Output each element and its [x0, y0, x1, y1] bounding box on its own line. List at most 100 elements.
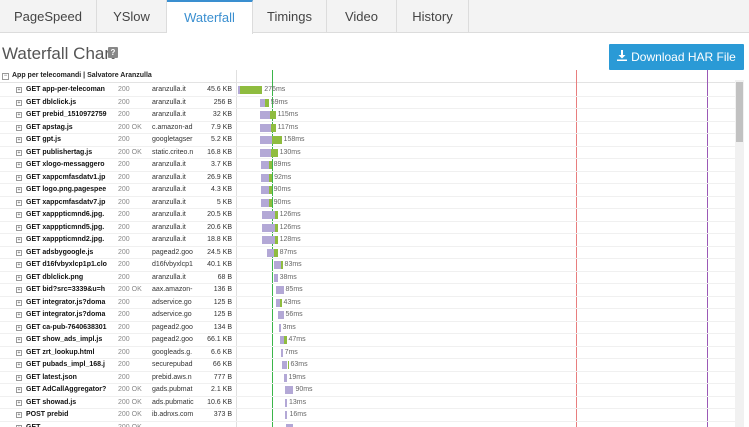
request-row[interactable]: + GET pubads_impl_168.j 200 securepubad 66 K…	[0, 359, 735, 372]
scrollbar-thumb[interactable]	[736, 82, 743, 142]
expand-icon[interactable]: +	[16, 99, 22, 106]
request-url: GET integrator.js?doma	[26, 298, 106, 306]
expand-icon[interactable]: +	[16, 399, 22, 406]
wait-bar	[259, 111, 270, 119]
request-row[interactable]: + GET xapppticmnd6.jpg. 200 aranzulla.it 20.…	[0, 209, 735, 222]
expand-icon[interactable]: +	[16, 324, 22, 331]
tab-yslow[interactable]: YSlow	[97, 0, 167, 33]
vertical-scrollbar[interactable]	[735, 80, 744, 427]
expand-icon[interactable]: +	[16, 274, 22, 281]
request-url: GET xlogo-messaggero	[26, 161, 105, 168]
request-row[interactable]: + GET adsbygoogle.js 200 pagead2.goo 24.5 KB…	[0, 247, 735, 259]
request-row[interactable]: + GET xlogo-messaggero 200 aranzulla.it 3.7 …	[0, 159, 735, 172]
expand-icon[interactable]: +	[16, 237, 22, 243]
request-status: 200 OK	[118, 286, 142, 293]
page-group-header[interactable]: − App per telecomandi | Salvatore Aranzul…	[2, 72, 152, 80]
request-row[interactable]: + GET app-per-telecoman 200 aranzulla.it 45.…	[0, 84, 735, 97]
request-row[interactable]: + GET apstag.js 200 OK c.amazon-ad 7.9 KB 117…	[0, 122, 735, 134]
request-size: 16.8 KB	[207, 148, 232, 156]
request-row[interactable]: + GET xapppticmnd2.jpg. 200 aranzulla.it 18.…	[0, 234, 735, 247]
request-row[interactable]: + GET zrt_lookup.html 200 googleads.g. 6.6 K…	[0, 347, 735, 359]
expand-icon[interactable]: +	[16, 199, 22, 206]
request-domain: pagead2.goo	[152, 323, 193, 331]
request-row[interactable]: + GET bid?src=3339&u=h 200 OK aax.amazon- 13…	[0, 284, 735, 297]
request-domain: securepubad	[152, 361, 193, 368]
request-row[interactable]: + GET dblclick.png 200 aranzulla.it 68 B 38ms	[0, 272, 735, 284]
expand-icon[interactable]: +	[16, 87, 22, 93]
expand-icon[interactable]: +	[16, 124, 22, 131]
request-row[interactable]: + GET publishertag.js 200 OK static.criteo.…	[0, 147, 735, 159]
receive-bar	[283, 336, 287, 344]
wait-bar	[259, 136, 272, 144]
request-row[interactable]: + GET ca-pub-7640638301 200 pagead2.goo 134 …	[0, 322, 735, 334]
request-row[interactable]: + GET show_ads_impl.js 200 pagead2.goo 66.1 …	[0, 334, 735, 347]
wait-bar	[284, 386, 294, 394]
request-row[interactable]: + GET prebid_1510972759 200 aranzulla.it 32 …	[0, 109, 735, 122]
help-icon[interactable]: ?	[108, 47, 118, 58]
request-time: 115ms	[277, 111, 299, 118]
request-time: 85ms	[285, 286, 303, 293]
tab-history[interactable]: History	[397, 0, 469, 33]
wait-bar	[277, 311, 284, 319]
expand-icon[interactable]: +	[16, 212, 22, 218]
request-time: 117ms	[277, 123, 299, 131]
request-row[interactable]: + GET integrator.js?doma 200 adservice.go 12…	[0, 297, 735, 309]
request-url: GET gpt.js	[26, 136, 61, 143]
request-row[interactable]: + GET xapppticmnd5.jpg. 200 aranzulla.it 20.…	[0, 222, 735, 234]
expand-icon[interactable]: +	[16, 374, 22, 381]
expand-icon[interactable]: +	[16, 312, 22, 318]
request-domain: pagead2.goo	[152, 248, 193, 256]
request-size: 2.1 KB	[210, 386, 232, 393]
expand-icon[interactable]: +	[16, 112, 22, 118]
request-status: 200	[118, 86, 130, 93]
expand-icon[interactable]: +	[16, 299, 22, 306]
wait-bar	[284, 398, 287, 407]
expand-icon[interactable]: +	[16, 174, 22, 181]
request-row[interactable]: + GET integrator.js?doma 200 adservice.go 12…	[0, 309, 735, 322]
expand-icon[interactable]: +	[16, 349, 22, 356]
request-domain: aranzulla.it	[152, 236, 186, 243]
request-url: GET pubads_impl_168.j	[26, 361, 105, 368]
expand-icon[interactable]: +	[16, 187, 22, 193]
request-row[interactable]: + GET dblclick.js 200 aranzulla.it 256 B 59ms	[0, 97, 735, 109]
expand-icon[interactable]: +	[16, 162, 22, 168]
request-status: 200	[118, 373, 130, 381]
expand-icon[interactable]: +	[16, 249, 22, 256]
wait-bar	[261, 223, 275, 232]
expand-icon[interactable]: +	[16, 262, 22, 268]
waterfall-chart: − App per telecomandi | Salvatore Aranzul…	[0, 70, 749, 427]
request-row[interactable]: + GET xappcmfasdatv1.jp 200 aranzulla.it 26.…	[0, 172, 735, 184]
expand-icon[interactable]: +	[16, 287, 22, 293]
tab-timings[interactable]: Timings	[253, 0, 327, 33]
download-har-label: Download HAR File	[631, 50, 736, 64]
wait-bar	[260, 161, 269, 169]
expand-icon[interactable]: +	[16, 387, 22, 393]
receive-bar	[271, 136, 282, 144]
tab-waterfall[interactable]: Waterfall	[167, 0, 253, 34]
request-size: 10.6 KB	[207, 398, 232, 406]
request-row[interactable]: + GET xappcmfasdatv7.jp 200 aranzulla.it 5 K…	[0, 197, 735, 209]
expand-icon[interactable]: +	[16, 224, 22, 231]
tab-bar: PageSpeed YSlow Waterfall Timings Video …	[0, 0, 749, 34]
tab-pagespeed[interactable]: PageSpeed	[0, 0, 97, 33]
request-row[interactable]: + GET d16fvbyxlcp1p1.clo 200 d16fvbyxlcp1 40…	[0, 259, 735, 272]
collapse-icon[interactable]: −	[2, 73, 9, 80]
request-row[interactable]: + POST prebid 200 OK ib.adnxs.com 373 B 16ms	[0, 409, 735, 422]
wait-bar	[284, 411, 288, 419]
request-time: 38ms	[279, 273, 297, 281]
tab-video[interactable]: Video	[327, 0, 397, 33]
expand-icon[interactable]: +	[16, 412, 22, 418]
expand-icon[interactable]: +	[16, 149, 22, 156]
request-row[interactable]: + GET gpt.js 200 googletagser 5.2 KB 158ms	[0, 134, 735, 147]
request-time: 130ms	[279, 148, 301, 156]
expand-icon[interactable]: +	[16, 137, 22, 143]
expand-icon[interactable]: +	[16, 362, 22, 368]
request-row[interactable]: + GET logo.png.pagespee 200 aranzulla.it 4.3…	[0, 184, 735, 197]
request-row[interactable]: + GET AdCallAggregator? 200 OK gads.pubmat 2…	[0, 384, 735, 397]
request-row[interactable]: + GET showad.js 200 OK ads.pubmatic 10.6 KB 1…	[0, 397, 735, 409]
request-row[interactable]: + GET latest.json 200 prebid.aws.n 777 B 19ms	[0, 372, 735, 384]
download-har-button[interactable]: Download HAR File	[609, 44, 744, 70]
expand-icon[interactable]: +	[16, 337, 22, 343]
request-size: 20.6 KB	[207, 223, 232, 231]
request-row[interactable]: +GET 200 OK	[0, 422, 735, 427]
